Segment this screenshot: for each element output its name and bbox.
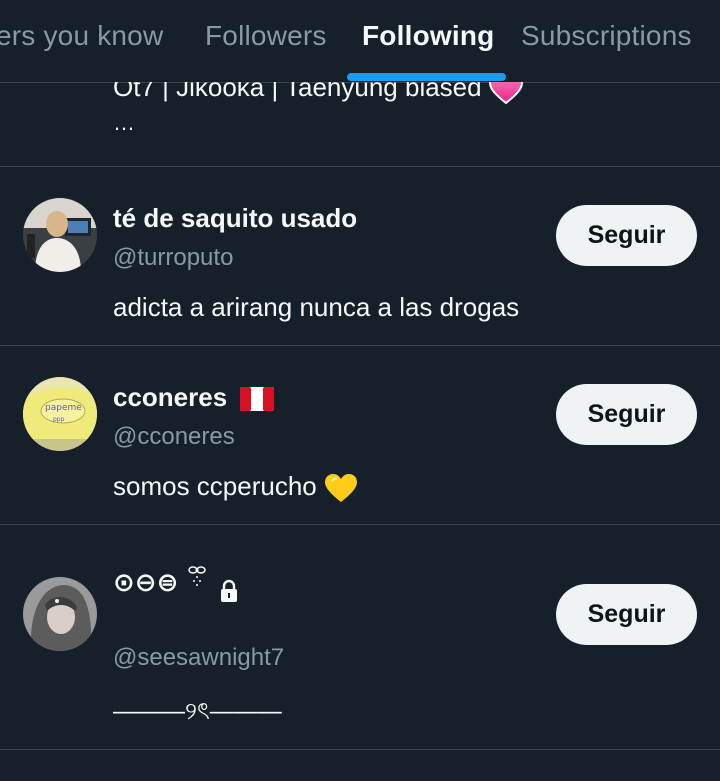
follow-button[interactable]: Seguir	[556, 384, 697, 445]
avatar-image	[23, 577, 97, 651]
tab-subscriptions[interactable]: Subscriptions	[521, 20, 692, 52]
avatar[interactable]	[23, 577, 97, 651]
tab-people-you-know[interactable]: ers you know	[0, 20, 163, 52]
user-display-name[interactable]: cconeres	[113, 382, 275, 413]
user-handle[interactable]: @cconeres	[113, 423, 235, 451]
avatar-image	[23, 198, 97, 272]
list-item-user[interactable]: papeme ppp cconeres @cconeres somos ccpe…	[0, 346, 720, 525]
tab-followers[interactable]: Followers	[205, 20, 327, 52]
list-item-partial[interactable]: Ot7 | Jikooka | Taehyung biased …	[0, 82, 720, 167]
user-handle[interactable]: @seesawnight7	[113, 644, 284, 672]
user-bio: adicta a arirang nunca a las drogas	[113, 292, 520, 322]
list-item-user[interactable]: ⊙⊖⊜ @seesawnight7 ———୨ৎ——— Seguir	[0, 525, 720, 750]
tab-following[interactable]: Following	[362, 20, 494, 52]
avatar-image: papeme ppp	[23, 377, 97, 451]
lock-icon	[220, 579, 237, 602]
user-handle[interactable]: @turroputo	[113, 244, 233, 272]
yellow-heart-icon	[325, 474, 357, 503]
list-item-user[interactable]: té de saquito usado @turroputo adicta a …	[0, 167, 720, 346]
bio-more: …	[113, 110, 135, 135]
peru-flag-icon	[240, 387, 275, 412]
user-bio: somos ccperucho	[113, 471, 358, 503]
svg-text:ppp: ppp	[53, 416, 65, 423]
user-display-name[interactable]: té de saquito usado	[113, 203, 357, 234]
tab-bar: ers you know Followers Following Subscri…	[0, 0, 720, 83]
user-bio: ———୨ৎ———	[113, 698, 282, 725]
bow-icon	[187, 566, 206, 586]
avatar[interactable]	[23, 198, 97, 272]
follow-button[interactable]: Seguir	[556, 584, 697, 645]
follow-button[interactable]: Seguir	[556, 205, 697, 266]
avatar[interactable]: papeme ppp	[23, 377, 97, 451]
user-display-name[interactable]: ⊙⊖⊜	[113, 565, 239, 603]
active-tab-indicator	[347, 73, 506, 81]
svg-text:papeme: papeme	[45, 403, 82, 413]
